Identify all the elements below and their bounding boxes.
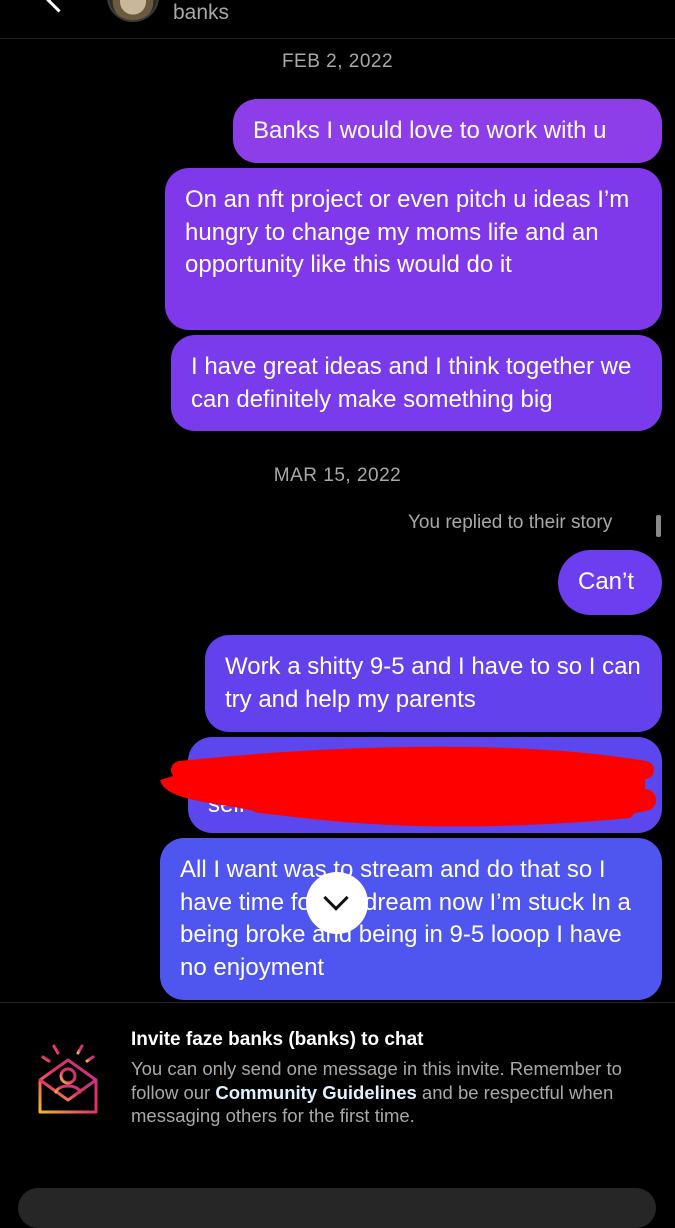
story-reply-indicator (656, 515, 661, 537)
date-separator: MAR 15, 2022 (273, 465, 402, 486)
red-redaction-scribble (160, 746, 656, 827)
avatar[interactable] (107, 0, 159, 22)
chevron-left-icon[interactable] (46, 0, 71, 13)
message-composer[interactable] (18, 1188, 656, 1228)
invite-title: Invite faze banks (banks) to chat (131, 1029, 424, 1050)
community-guidelines-link[interactable]: Community Guidelines (215, 1082, 416, 1103)
story-reply-note: You replied to their story (408, 512, 613, 533)
invite-description: You can only send one message in this in… (131, 1057, 641, 1128)
invite-envelope-icon (38, 1040, 98, 1114)
message-bubble[interactable]: Banks I would love to work with u (233, 99, 662, 163)
message-bubble[interactable]: All I want was to stream and do that so … (160, 838, 662, 1000)
chat-header: banks (0, 0, 675, 39)
divider (0, 1002, 675, 1003)
message-bubble[interactable]: Work a shitty 9-5 and I have to so I can… (205, 635, 662, 732)
scroll-to-bottom-button[interactable] (306, 872, 368, 934)
date-separator: FEB 2, 2022 (281, 51, 394, 72)
message-bubble[interactable]: On an nft project or even pitch u ideas … (165, 168, 662, 330)
message-bubble[interactable]: Can’t (558, 550, 662, 615)
chevron-down-icon (323, 885, 349, 911)
message-bubble[interactable]: I have great ideas and I think together … (171, 335, 662, 431)
username[interactable]: banks (173, 1, 229, 25)
